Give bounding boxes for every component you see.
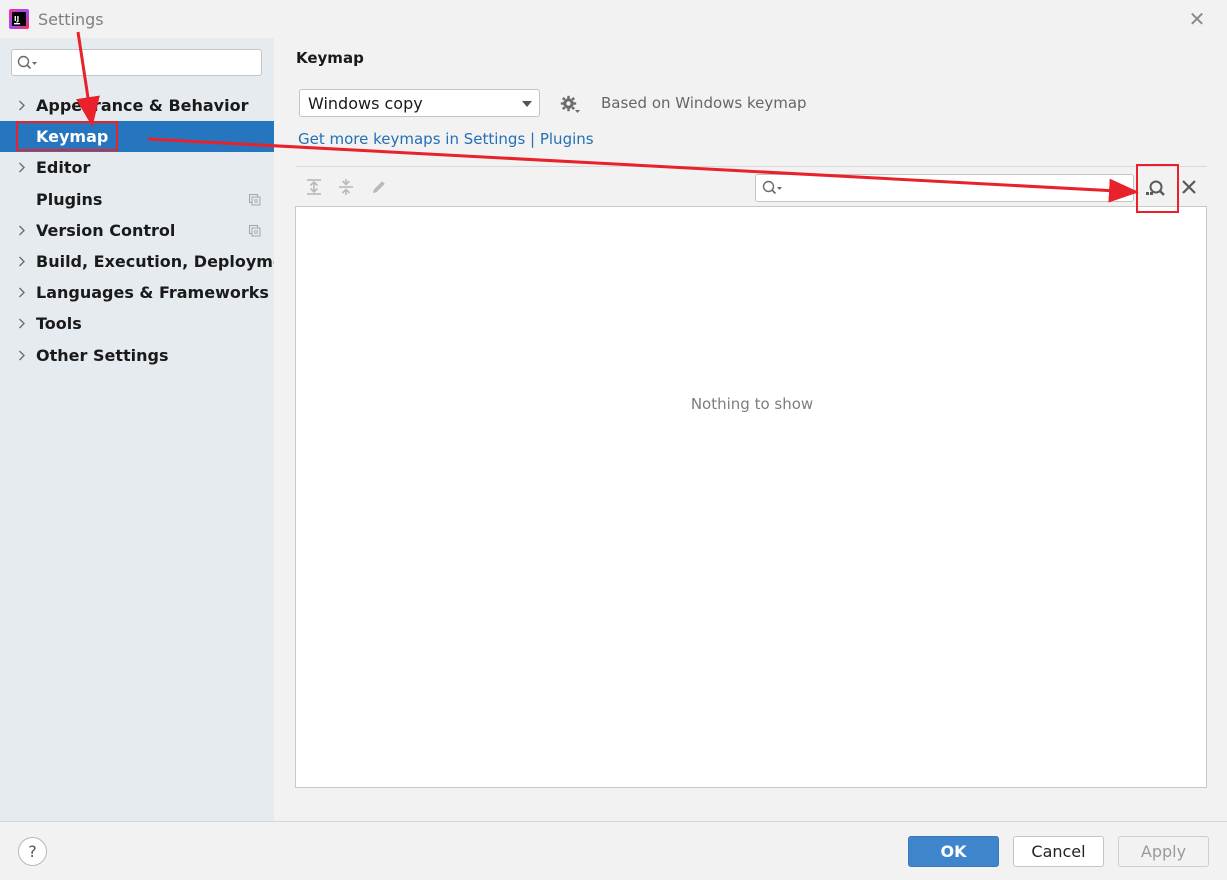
settings-tree: Appearance & Behavior Keymap Editor Plug… xyxy=(0,90,303,371)
keymap-select[interactable]: Windows copy xyxy=(299,89,540,117)
sidebar-item-appearance-behavior[interactable]: Appearance & Behavior xyxy=(0,90,274,121)
sidebar-item-label: Editor xyxy=(36,158,91,178)
collapse-all-icon[interactable] xyxy=(337,178,355,196)
search-icon xyxy=(17,55,37,70)
title-bar: IJ Settings ✕ xyxy=(0,0,1227,38)
keymap-panel: Keymap Windows copy Based on Windows key… xyxy=(274,38,1227,821)
sidebar-item-label: Build, Execution, Deployment xyxy=(36,251,303,271)
chevron-right-icon[interactable] xyxy=(18,215,28,246)
project-settings-icon xyxy=(249,224,261,237)
sidebar-item-label: Languages & Frameworks xyxy=(36,283,269,303)
cancel-button[interactable]: Cancel xyxy=(1013,836,1104,867)
action-search-input[interactable] xyxy=(755,174,1134,202)
apply-button[interactable]: Apply xyxy=(1118,836,1209,867)
sidebar-item-label: Version Control xyxy=(36,220,176,240)
svg-text:IJ: IJ xyxy=(14,15,19,23)
toolbar-divider xyxy=(296,166,1207,167)
sidebar-item-label: Appearance & Behavior xyxy=(36,96,249,115)
empty-state-text: Nothing to show xyxy=(690,395,814,413)
expand-all-icon[interactable] xyxy=(305,178,323,196)
sidebar-item-keymap[interactable]: Keymap xyxy=(0,121,274,153)
settings-search-input[interactable] xyxy=(11,49,262,76)
search-icon xyxy=(762,180,782,195)
chevron-right-icon[interactable] xyxy=(18,90,28,121)
dropdown-arrow-icon xyxy=(522,101,532,107)
keymap-actions-tree[interactable]: Nothing to show xyxy=(295,206,1207,788)
sidebar-item-build-execution-deployment[interactable]: Build, Execution, Deployment xyxy=(0,246,303,277)
clear-filter-icon[interactable] xyxy=(1181,179,1197,195)
project-settings-icon xyxy=(249,193,261,206)
sidebar-item-version-control[interactable]: Version Control xyxy=(0,215,274,246)
dialog-footer: ? OK Cancel Apply xyxy=(0,821,1227,880)
chevron-right-icon[interactable] xyxy=(18,246,28,277)
chevron-right-icon[interactable] xyxy=(18,277,28,308)
chevron-right-icon[interactable] xyxy=(18,152,28,183)
sidebar-item-languages-frameworks[interactable]: Languages & Frameworks xyxy=(0,277,274,308)
intellij-app-icon: IJ xyxy=(9,9,29,29)
chevron-right-icon[interactable] xyxy=(18,340,28,371)
help-button[interactable]: ? xyxy=(18,837,47,866)
sidebar-item-label: Other Settings xyxy=(36,345,169,365)
gear-icon[interactable] xyxy=(560,95,582,115)
sidebar-item-other-settings[interactable]: Other Settings xyxy=(0,340,274,371)
sidebar-item-label: Tools xyxy=(36,314,82,334)
ok-button[interactable]: OK xyxy=(908,836,999,867)
sidebar-item-tools[interactable]: Tools xyxy=(0,308,274,339)
sidebar-item-editor[interactable]: Editor xyxy=(0,152,274,183)
close-icon[interactable]: ✕ xyxy=(1186,8,1208,30)
edit-pencil-icon[interactable] xyxy=(370,178,388,196)
sidebar-item-label: Plugins xyxy=(36,189,103,209)
page-title: Keymap xyxy=(296,49,364,67)
keymap-select-value: Windows copy xyxy=(308,94,423,113)
window-title: Settings xyxy=(38,10,104,29)
sidebar-item-plugins[interactable]: Plugins xyxy=(0,184,274,215)
sidebar-item-label: Keymap xyxy=(36,127,109,147)
chevron-right-icon[interactable] xyxy=(18,308,28,339)
settings-sidebar: Appearance & Behavior Keymap Editor Plug… xyxy=(0,38,303,821)
get-more-keymaps-link[interactable]: Get more keymaps in Settings | Plugins xyxy=(298,130,594,148)
find-actions-by-shortcut-icon[interactable] xyxy=(1145,179,1167,199)
based-on-label: Based on Windows keymap xyxy=(601,94,807,112)
